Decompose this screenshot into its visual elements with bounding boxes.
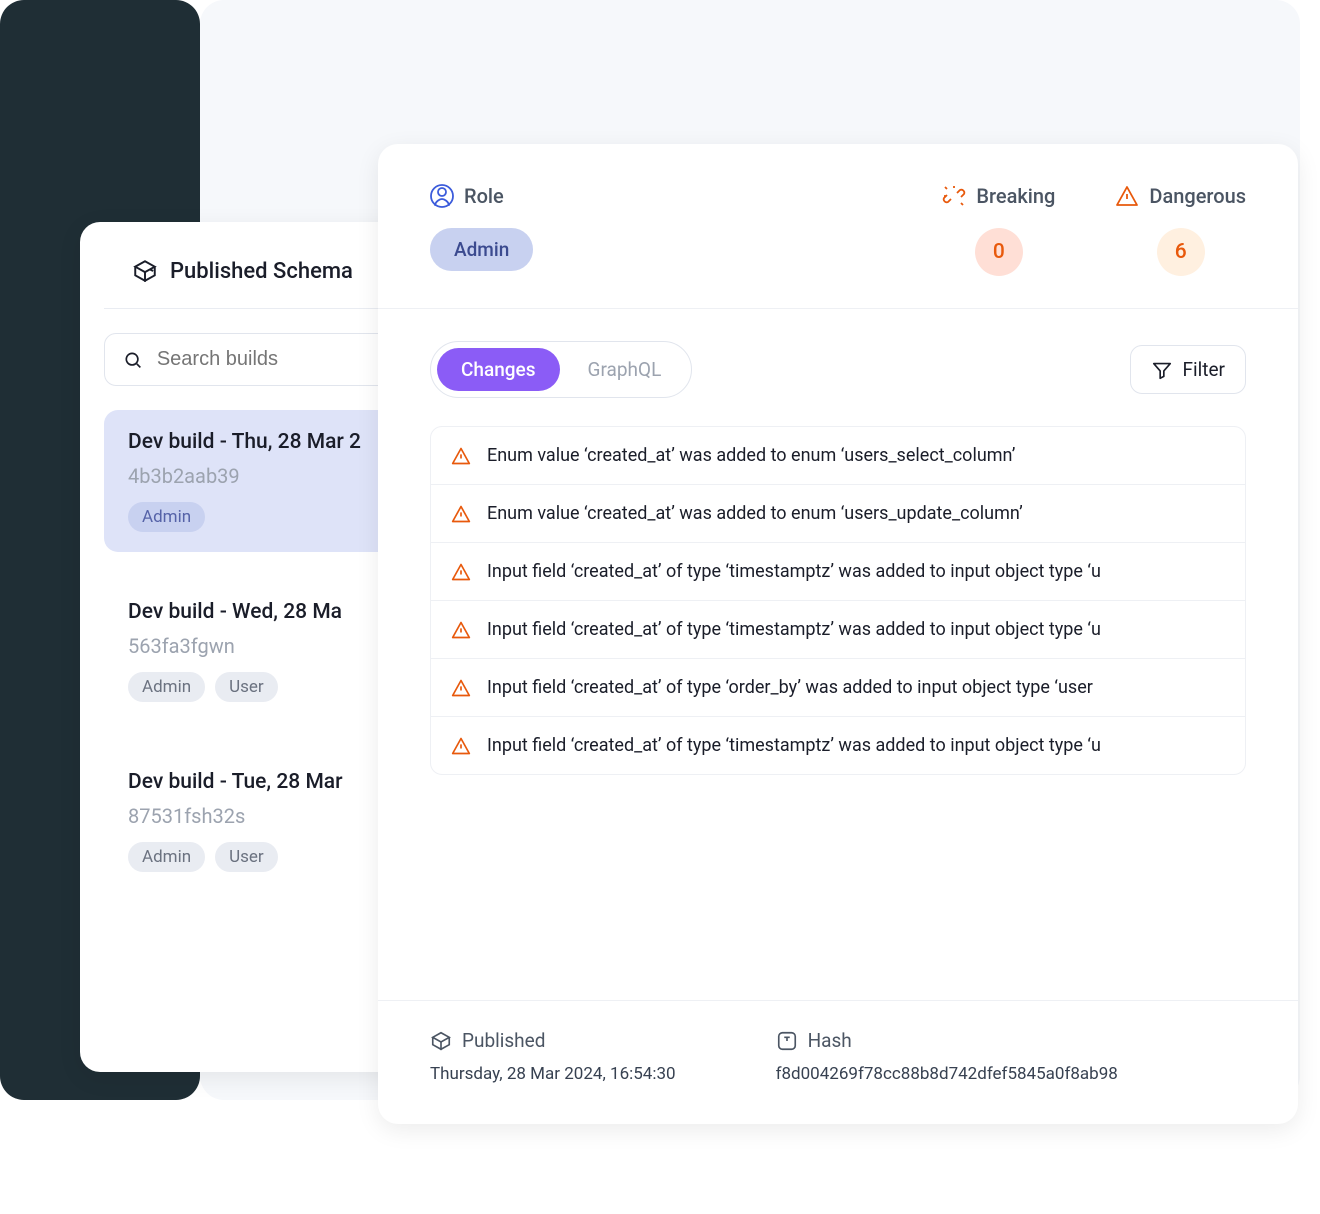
- change-row[interactable]: Enum value ‘created_at’ was added to enu…: [431, 427, 1245, 485]
- dangerous-count: 6: [1157, 228, 1205, 276]
- role-tag: User: [215, 842, 278, 872]
- broken-link-icon: [942, 184, 966, 208]
- change-text: Input field ‘created_at’ of type ‘order_…: [487, 677, 1093, 698]
- warning-icon: [1115, 184, 1139, 208]
- box-icon: [132, 258, 158, 284]
- tab-changes[interactable]: Changes: [437, 348, 560, 391]
- role-pill[interactable]: Admin: [430, 228, 533, 271]
- toolbar: Changes GraphQL Filter: [378, 309, 1298, 426]
- dangerous-label: Dangerous: [1149, 184, 1246, 208]
- published-value: Thursday, 28 Mar 2024, 16:54:30: [430, 1064, 676, 1084]
- change-text: Input field ‘created_at’ of type ‘timest…: [487, 735, 1101, 756]
- warning-icon: [451, 446, 471, 466]
- change-row[interactable]: Input field ‘created_at’ of type ‘timest…: [431, 717, 1245, 774]
- published-label: Published: [462, 1029, 545, 1052]
- sidebar-title: Published Schema: [170, 259, 353, 284]
- search-icon: [123, 349, 143, 371]
- change-text: Input field ‘created_at’ of type ‘timest…: [487, 619, 1101, 640]
- footer-hash: Hash f8d004269f78cc88b8d742dfef5845a0f8a…: [776, 1029, 1118, 1084]
- warning-icon: [451, 562, 471, 582]
- stat-breaking: Breaking 0: [942, 184, 1055, 276]
- change-text: Input field ‘created_at’ of type ‘timest…: [487, 561, 1101, 582]
- stats-row: Role Admin Breaking 0 Dangerous: [378, 144, 1298, 309]
- role-tag: User: [215, 672, 278, 702]
- warning-icon: [451, 504, 471, 524]
- footer-published: Published Thursday, 28 Mar 2024, 16:54:3…: [430, 1029, 676, 1084]
- filter-button[interactable]: Filter: [1130, 345, 1246, 394]
- change-row[interactable]: Input field ‘created_at’ of type ‘order_…: [431, 659, 1245, 717]
- tab-group: Changes GraphQL: [430, 341, 692, 398]
- filter-icon: [1151, 359, 1173, 381]
- change-row[interactable]: Input field ‘created_at’ of type ‘timest…: [431, 543, 1245, 601]
- hash-value: f8d004269f78cc88b8d742dfef5845a0f8ab98: [776, 1064, 1118, 1084]
- change-row[interactable]: Input field ‘created_at’ of type ‘timest…: [431, 601, 1245, 659]
- change-text: Enum value ‘created_at’ was added to enu…: [487, 445, 1015, 466]
- tab-graphql[interactable]: GraphQL: [564, 348, 686, 391]
- role-label: Role: [464, 184, 504, 208]
- filter-label: Filter: [1183, 358, 1225, 381]
- stat-dangerous: Dangerous 6: [1115, 184, 1246, 276]
- hash-label: Hash: [808, 1029, 852, 1052]
- box-icon: [430, 1030, 452, 1052]
- hash-icon: [776, 1030, 798, 1052]
- role-tag: Admin: [128, 672, 205, 702]
- warning-icon: [451, 736, 471, 756]
- user-icon: [430, 184, 454, 208]
- change-text: Enum value ‘created_at’ was added to enu…: [487, 503, 1023, 524]
- change-list: Enum value ‘created_at’ was added to enu…: [430, 426, 1246, 775]
- stat-role: Role Admin: [430, 184, 533, 271]
- footer: Published Thursday, 28 Mar 2024, 16:54:3…: [378, 1000, 1298, 1124]
- warning-icon: [451, 620, 471, 640]
- role-tag: Admin: [128, 842, 205, 872]
- change-row[interactable]: Enum value ‘created_at’ was added to enu…: [431, 485, 1245, 543]
- role-tag: Admin: [128, 502, 205, 532]
- breaking-count: 0: [975, 228, 1023, 276]
- schema-detail-panel: Role Admin Breaking 0 Dangerous: [378, 144, 1298, 1124]
- warning-icon: [451, 678, 471, 698]
- breaking-label: Breaking: [976, 184, 1055, 208]
